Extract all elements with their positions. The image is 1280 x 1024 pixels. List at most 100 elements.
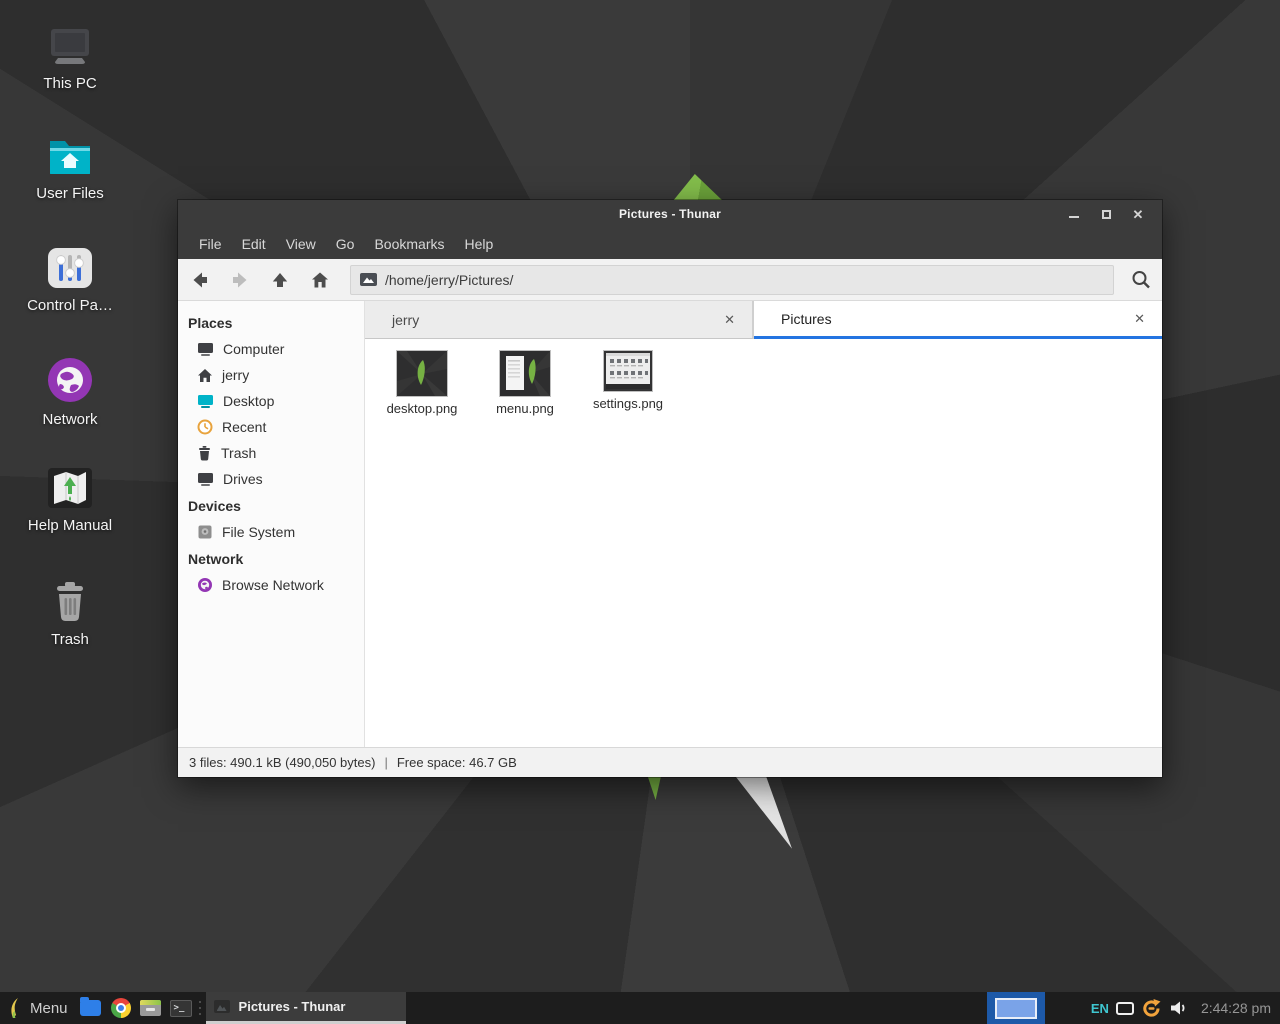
file-desktop-png[interactable]: desktop.png: [374, 349, 470, 416]
menu-go[interactable]: Go: [326, 228, 365, 259]
path-bar[interactable]: /home/jerry/Pictures/: [350, 265, 1114, 295]
sidebar-item-label: Browse Network: [222, 577, 324, 593]
sidebar-header-places: Places: [178, 309, 364, 336]
file-settings-png[interactable]: settings.png: [580, 349, 676, 411]
terminal-icon: >_: [170, 1000, 192, 1017]
menubar: File Edit View Go Bookmarks Help: [178, 228, 1162, 259]
status-files-summary: 3 files: 490.1 kB (490,050 bytes): [189, 755, 375, 770]
update-tray-button[interactable]: [1141, 998, 1162, 1019]
file-view[interactable]: desktop.png menu.png: [365, 339, 1162, 747]
chrome-launcher[interactable]: [106, 992, 136, 1024]
sidebar-item-desktop[interactable]: Desktop: [178, 388, 364, 414]
display-tray-icon[interactable]: [1116, 1002, 1134, 1015]
file-menu-png[interactable]: menu.png: [477, 349, 573, 416]
search-icon: [1130, 269, 1152, 291]
chrome-icon: [111, 998, 131, 1018]
file-name: desktop.png: [387, 401, 458, 416]
archive-icon: [140, 1000, 161, 1016]
desktop-icon-network[interactable]: Network: [18, 356, 122, 428]
up-button[interactable]: [260, 262, 300, 298]
menu-label: Menu: [30, 1000, 68, 1017]
trash-icon: [197, 445, 212, 461]
status-free-space: Free space: 46.7 GB: [397, 755, 517, 770]
home-folder-icon: [45, 136, 95, 178]
desktop-icon-this-pc[interactable]: This PC: [18, 26, 122, 92]
desktop-icon-control-panel[interactable]: Control Pa…: [18, 246, 122, 314]
status-divider: |: [384, 755, 387, 770]
handle-dots-icon: [199, 1007, 201, 1009]
sidebar-item-browse-network[interactable]: Browse Network: [178, 572, 364, 598]
sidebar-item-label: Trash: [221, 445, 256, 461]
menu-bookmarks[interactable]: Bookmarks: [364, 228, 454, 259]
tab-jerry[interactable]: jerry ✕: [365, 301, 754, 339]
sidebar-item-file-system[interactable]: File System: [178, 519, 364, 545]
up-arrow-icon: [270, 270, 290, 290]
menu-file[interactable]: File: [191, 228, 232, 259]
volume-tray-button[interactable]: [1169, 999, 1188, 1017]
forward-button[interactable]: [220, 262, 260, 298]
home-icon: [197, 368, 213, 383]
keyboard-layout-indicator[interactable]: EN: [1091, 1001, 1109, 1016]
update-sync-icon: [1141, 998, 1162, 1019]
sidebar-header-network: Network: [178, 545, 364, 572]
desktop-icon-label: User Files: [36, 185, 104, 202]
minimize-button[interactable]: [1058, 200, 1090, 228]
desktop-icon: [197, 394, 214, 409]
wallpaper-green-peak: [670, 174, 724, 202]
home-icon: [310, 270, 330, 290]
sidebar-item-label: Drives: [223, 471, 263, 487]
network-globe-icon: [46, 356, 94, 404]
sidebar-item-drives[interactable]: Drives: [178, 466, 364, 492]
window-title: Pictures - Thunar: [619, 207, 721, 221]
archive-launcher[interactable]: [136, 992, 166, 1024]
back-button[interactable]: [180, 262, 220, 298]
search-button[interactable]: [1122, 262, 1160, 298]
files-launcher[interactable]: [76, 992, 106, 1024]
computer-icon: [46, 26, 94, 68]
desktop-icon-help-manual[interactable]: Help Manual: [18, 466, 122, 534]
taskbar-window-button[interactable]: Pictures - Thunar: [206, 992, 406, 1024]
sidebar-item-trash[interactable]: Trash: [178, 440, 364, 466]
clock[interactable]: 2:44:28 pm: [1201, 1000, 1271, 1016]
sidebar-item-recent[interactable]: Recent: [178, 414, 364, 440]
system-tray: EN 2:44:28 pm: [1091, 998, 1280, 1019]
toolbar: /home/jerry/Pictures/: [178, 259, 1162, 301]
desktop-icon-label: Trash: [51, 631, 89, 648]
terminal-launcher[interactable]: >_: [166, 992, 196, 1024]
tab-close-icon[interactable]: ✕: [720, 310, 739, 330]
help-manual-icon: [46, 466, 94, 510]
control-panel-icon: [46, 246, 94, 290]
titlebar[interactable]: Pictures - Thunar ✕: [178, 200, 1162, 228]
desktop-icon-label: Network: [42, 411, 97, 428]
desktop-icon-trash[interactable]: Trash: [18, 578, 122, 648]
home-button[interactable]: [300, 262, 340, 298]
maximize-button[interactable]: [1090, 200, 1122, 228]
globe-icon: [197, 577, 213, 593]
workspace-pager[interactable]: [987, 992, 1045, 1024]
desktop-png-thumbnail: [397, 351, 447, 396]
desktop-icon-label: This PC: [43, 75, 96, 92]
maximize-icon: [1102, 210, 1111, 219]
tab-pictures[interactable]: Pictures ✕: [754, 301, 1162, 339]
minimize-icon: [1069, 216, 1079, 218]
tab-bar: jerry ✕ Pictures ✕: [365, 301, 1162, 339]
menu-edit[interactable]: Edit: [232, 228, 276, 259]
path-text: /home/jerry/Pictures/: [385, 272, 513, 288]
speaker-icon: [1169, 999, 1188, 1017]
close-button[interactable]: ✕: [1122, 200, 1154, 228]
picture-file-icon: [360, 273, 377, 286]
menu-view[interactable]: View: [276, 228, 326, 259]
sidebar-item-label: Desktop: [223, 393, 274, 409]
menu-help[interactable]: Help: [455, 228, 504, 259]
desktop-icon-user-files[interactable]: User Files: [18, 136, 122, 202]
panel-handle[interactable]: [196, 992, 204, 1024]
close-icon: ✕: [1133, 208, 1144, 221]
back-arrow-icon: [190, 270, 210, 290]
sidebar-item-home[interactable]: jerry: [178, 362, 364, 388]
sidebar-item-computer[interactable]: Computer: [178, 336, 364, 362]
status-bar: 3 files: 490.1 kB (490,050 bytes) | Free…: [178, 747, 1162, 777]
tab-close-icon[interactable]: ✕: [1130, 309, 1149, 329]
start-menu-button[interactable]: Menu: [0, 992, 76, 1024]
active-workspace: [995, 998, 1037, 1019]
files-icon: [80, 1000, 101, 1016]
